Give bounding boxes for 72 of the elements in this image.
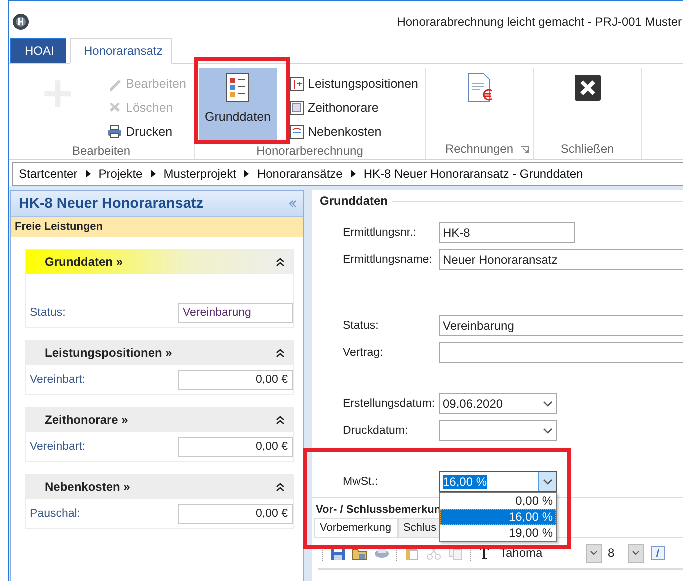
dropdown-button[interactable] [586,544,602,562]
grunddaten-button[interactable]: Grunddaten [199,68,277,142]
group-label: Rechnungen [445,142,514,156]
ribbon-button[interactable]: Leistungspositionen [289,74,418,94]
input-field[interactable]: HK-8 [439,222,575,243]
dropdown-option[interactable]: 19,00 % [440,525,556,541]
dropdown-option[interactable]: 16,00 % [440,509,556,525]
section-title: Grunddaten [320,194,388,208]
field-label: Vereinbart: [30,441,86,453]
dropdown-field[interactable] [439,420,557,441]
field-label: Erstellungsdatum: [343,398,436,410]
dropdown-field[interactable]: 09.06.2020 [439,393,557,414]
section-title: Zeithonorare » [45,413,130,427]
collapse-icon[interactable] [289,200,297,208]
app-logo-icon [13,14,29,30]
collapse-up-icon[interactable] [276,416,285,424]
dropdown-option[interactable]: 0,00 % [440,493,556,509]
panel-subtitle: Freie Leistungen [11,217,303,237]
tab[interactable]: Vorbemerkung [314,518,398,537]
breadcrumb-link[interactable]: HK-8 Neuer Honoraransatz - Grunddaten [364,167,584,181]
value-field[interactable]: 0,00 € [178,504,293,524]
section-title: Nebenkosten » [45,480,132,494]
breadcrumb-link[interactable]: Musterprojekt [164,167,236,181]
section-header[interactable]: Nebenkosten » [26,475,293,499]
ribbon-button[interactable]: Nebenkosten [289,122,418,142]
breadcrumb-arrow-icon [150,170,156,178]
section-header[interactable]: Grunddaten » [26,250,293,274]
field-label: Ermittlungsnr.: [343,226,418,238]
section-title: Leistungspositionen » [45,346,174,360]
breadcrumb-link[interactable]: Honoraransätze [257,167,343,181]
input-field[interactable] [439,342,683,363]
italic-icon[interactable] [650,545,666,561]
printer-icon [107,124,123,140]
value-field[interactable]: Vereinbarung [178,303,293,323]
field-label: Status: [30,307,66,319]
field-label: Vereinbart: [30,374,86,386]
group-label: Honorarberechnung [256,144,364,158]
input-field[interactable]: Vereinbarung [439,315,683,336]
field-label: Status: [343,320,380,332]
ribbon-button[interactable]: Zeithonorare [289,98,418,118]
ribbon-button[interactable]: Drucken [107,122,186,142]
field-label: Ermittlungsname: [343,254,434,266]
field-label: Druckdatum: [343,424,410,436]
section-title: Vor- / Schlussbemerkun [316,504,442,516]
app-menu-tab[interactable]: HOAI [10,38,66,63]
font-size-field[interactable]: 8 [608,546,622,560]
group-label: Schließen [560,142,614,156]
breadcrumb-arrow-icon [244,170,250,178]
ribbon-tab[interactable]: Honoraransatz [70,38,172,64]
window-title: Honorarabrechnung leicht gemacht - PRJ-001 Muster [397,14,682,28]
section-header[interactable]: Zeithonorare » [26,408,293,432]
collapse-up-icon[interactable] [276,258,285,266]
document-icon [289,100,305,116]
field-label: MwSt.: [343,476,380,488]
collapse-up-icon[interactable] [276,482,285,492]
group-label: Bearbeiten [72,144,131,158]
field-label: Pauschal: [30,508,81,520]
section-title: Grunddaten » [45,255,124,269]
panel-title: HK-8 Neuer Honoraransatz [19,196,205,212]
font-name-field[interactable]: Tahoma [500,546,580,560]
value-field[interactable]: 0,00 € [178,370,293,390]
breadcrumb-link[interactable]: Startcenter [19,167,78,181]
breadcrumb-arrow-icon [350,170,356,178]
collapse-up-icon[interactable] [276,348,285,358]
field-label: Vertrag: [343,346,384,358]
section-header[interactable]: Leistungspositionen » [26,341,293,365]
breadcrumb-arrow-icon [86,170,91,178]
dialog-launcher-icon[interactable] [521,146,529,154]
breadcrumb-link[interactable]: Projekte [98,167,143,181]
input-field[interactable]: Neuer Honoraransatz [439,249,683,270]
dropdown-button[interactable] [628,544,644,562]
value-field[interactable]: 0,00 € [178,437,293,457]
